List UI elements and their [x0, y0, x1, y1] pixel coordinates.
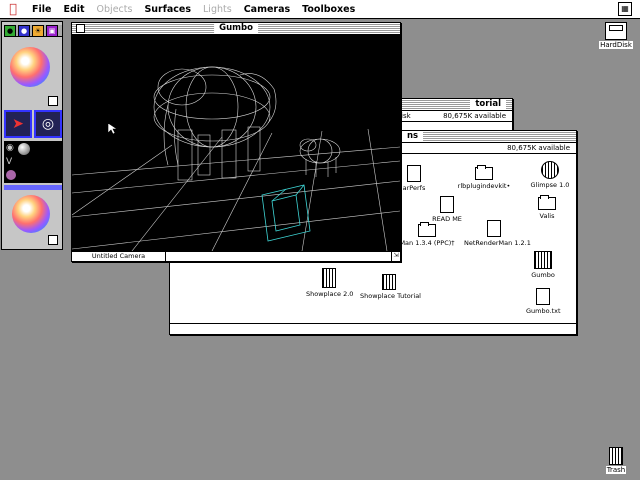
showplace-app-icon	[322, 268, 336, 288]
folder-icon	[538, 195, 556, 210]
file-label: NetRenderMan 1.2.1	[464, 239, 531, 247]
menu-objects[interactable]: Objects	[91, 4, 139, 15]
folder-icon	[475, 165, 493, 180]
app-item[interactable]: Showplace Tutorial	[360, 274, 421, 300]
palette-tabs: ● ● ☀ ▣	[4, 25, 62, 37]
document-icon	[536, 288, 550, 305]
camera-name[interactable]: Untitled Camera	[72, 252, 166, 261]
folder-label: rlbplugindevkit•	[457, 182, 511, 190]
horizontal-scrollbar[interactable]	[170, 323, 576, 324]
v-object-icon[interactable]: V	[6, 157, 16, 167]
file-icon[interactable]: NetRenderMan 1.2.1	[464, 220, 531, 247]
rotate-tool-button[interactable]: ◎	[34, 110, 62, 138]
document-icon	[487, 220, 501, 237]
app-item[interactable]: Glimpse 1.0	[530, 161, 570, 189]
trash-icon[interactable]: Trash	[601, 447, 631, 474]
app-item[interactable]: Showplace 2.0	[306, 268, 354, 298]
close-box-icon[interactable]	[76, 24, 85, 33]
menu-edit[interactable]: Edit	[57, 4, 90, 15]
file-icon[interactable]: Gumbo.txt	[526, 288, 561, 315]
gumbo-window[interactable]: Gumbo Untitled Camera ⇲	[71, 22, 401, 262]
trash-label: Trash	[605, 466, 627, 474]
folder-item[interactable]: Man 1.3.4 (PPC)†	[398, 222, 456, 247]
globe-tool-icon: ◎	[41, 116, 55, 132]
menu-cameras[interactable]: Cameras	[238, 4, 296, 15]
folder-icon	[418, 222, 436, 237]
globe-tab-icon[interactable]: ●	[4, 25, 16, 37]
wireframe-scene	[72, 66, 400, 251]
eye-object-icon[interactable]: ◉	[6, 143, 16, 153]
menu-file[interactable]: File	[26, 4, 57, 15]
tool-palette: ● ● ☀ ▣ ➤ ◎ ◉ V	[1, 21, 63, 250]
sphere-tab-icon[interactable]: ●	[18, 25, 30, 37]
harddisk-label: HardDisk	[599, 41, 633, 49]
glimpse-app-icon	[541, 161, 559, 179]
showplace-tutorial-icon	[382, 274, 396, 290]
sphere-object-icon[interactable]	[18, 143, 30, 155]
camera-status-bar: Untitled Camera ⇲	[72, 251, 400, 261]
file-label: Gumbo.txt	[526, 307, 561, 315]
document-icon	[407, 165, 421, 182]
menu-lights[interactable]: Lights	[197, 4, 238, 15]
folder-label: Man 1.3.4 (PPC)†	[399, 239, 455, 247]
surface-preview-ball[interactable]	[10, 47, 50, 87]
color-swatch[interactable]	[48, 96, 58, 106]
folder-item[interactable]: Valis	[534, 195, 560, 220]
gumbo-window-title: Gumbo	[214, 23, 258, 34]
app-label: Glimpse 1.0	[530, 181, 570, 189]
select-tool-button[interactable]: ➤	[4, 110, 32, 138]
grow-box-icon[interactable]: ⇲	[391, 252, 400, 261]
file-icon[interactable]: READ ME	[432, 196, 462, 223]
mouse-pointer-icon	[107, 122, 118, 135]
palette-scrollbar[interactable]	[4, 185, 62, 190]
purple-object-icon[interactable]	[6, 170, 16, 180]
gumbo-titlebar[interactable]: Gumbo	[72, 23, 400, 35]
tutorial-window-titlebar[interactable]: torial	[391, 99, 512, 111]
trash-can-icon	[609, 447, 623, 465]
tutorial-window-available: 80,675K available	[443, 112, 506, 120]
app-label: Gumbo	[531, 271, 555, 279]
tutorial-window-title: torial	[470, 99, 506, 110]
app-label: Showplace 2.0	[306, 290, 354, 298]
disk-icon	[605, 22, 627, 40]
apple-menu-icon[interactable]: 	[0, 2, 26, 17]
finder-window-available: 80,675K available	[507, 144, 570, 152]
gumbo-app-icon	[534, 251, 552, 269]
material-preview-ball[interactable]	[12, 195, 50, 233]
menu-toolboxes[interactable]: Toolboxes	[296, 4, 361, 15]
application-menu-icon[interactable]: ▦	[618, 2, 632, 16]
file-label: READ ME	[432, 215, 462, 223]
arrow-tool-icon: ➤	[12, 116, 24, 132]
app-label: Showplace Tutorial	[360, 292, 421, 300]
material-swatch[interactable]	[48, 235, 58, 245]
finder-window-title: ns	[402, 131, 424, 142]
light-tab-icon[interactable]: ☀	[32, 25, 44, 37]
harddisk-icon[interactable]: HardDisk	[598, 22, 634, 49]
menu-surfaces[interactable]: Surfaces	[138, 4, 197, 15]
camera-tab-icon[interactable]: ▣	[46, 25, 58, 37]
tutorial-window-infobar: isk 80,675K available	[391, 111, 512, 122]
menu-bar:  File Edit Objects Surfaces Lights Came…	[0, 0, 640, 19]
3d-viewport[interactable]	[72, 35, 400, 251]
object-grid[interactable]: ◉ V	[4, 141, 62, 183]
app-item[interactable]: Gumbo	[530, 251, 556, 279]
folder-item[interactable]: rlbplugindevkit•	[450, 165, 518, 190]
document-icon	[440, 196, 454, 213]
tutorial-window-info: isk	[401, 112, 411, 120]
folder-label: Valis	[539, 212, 555, 220]
